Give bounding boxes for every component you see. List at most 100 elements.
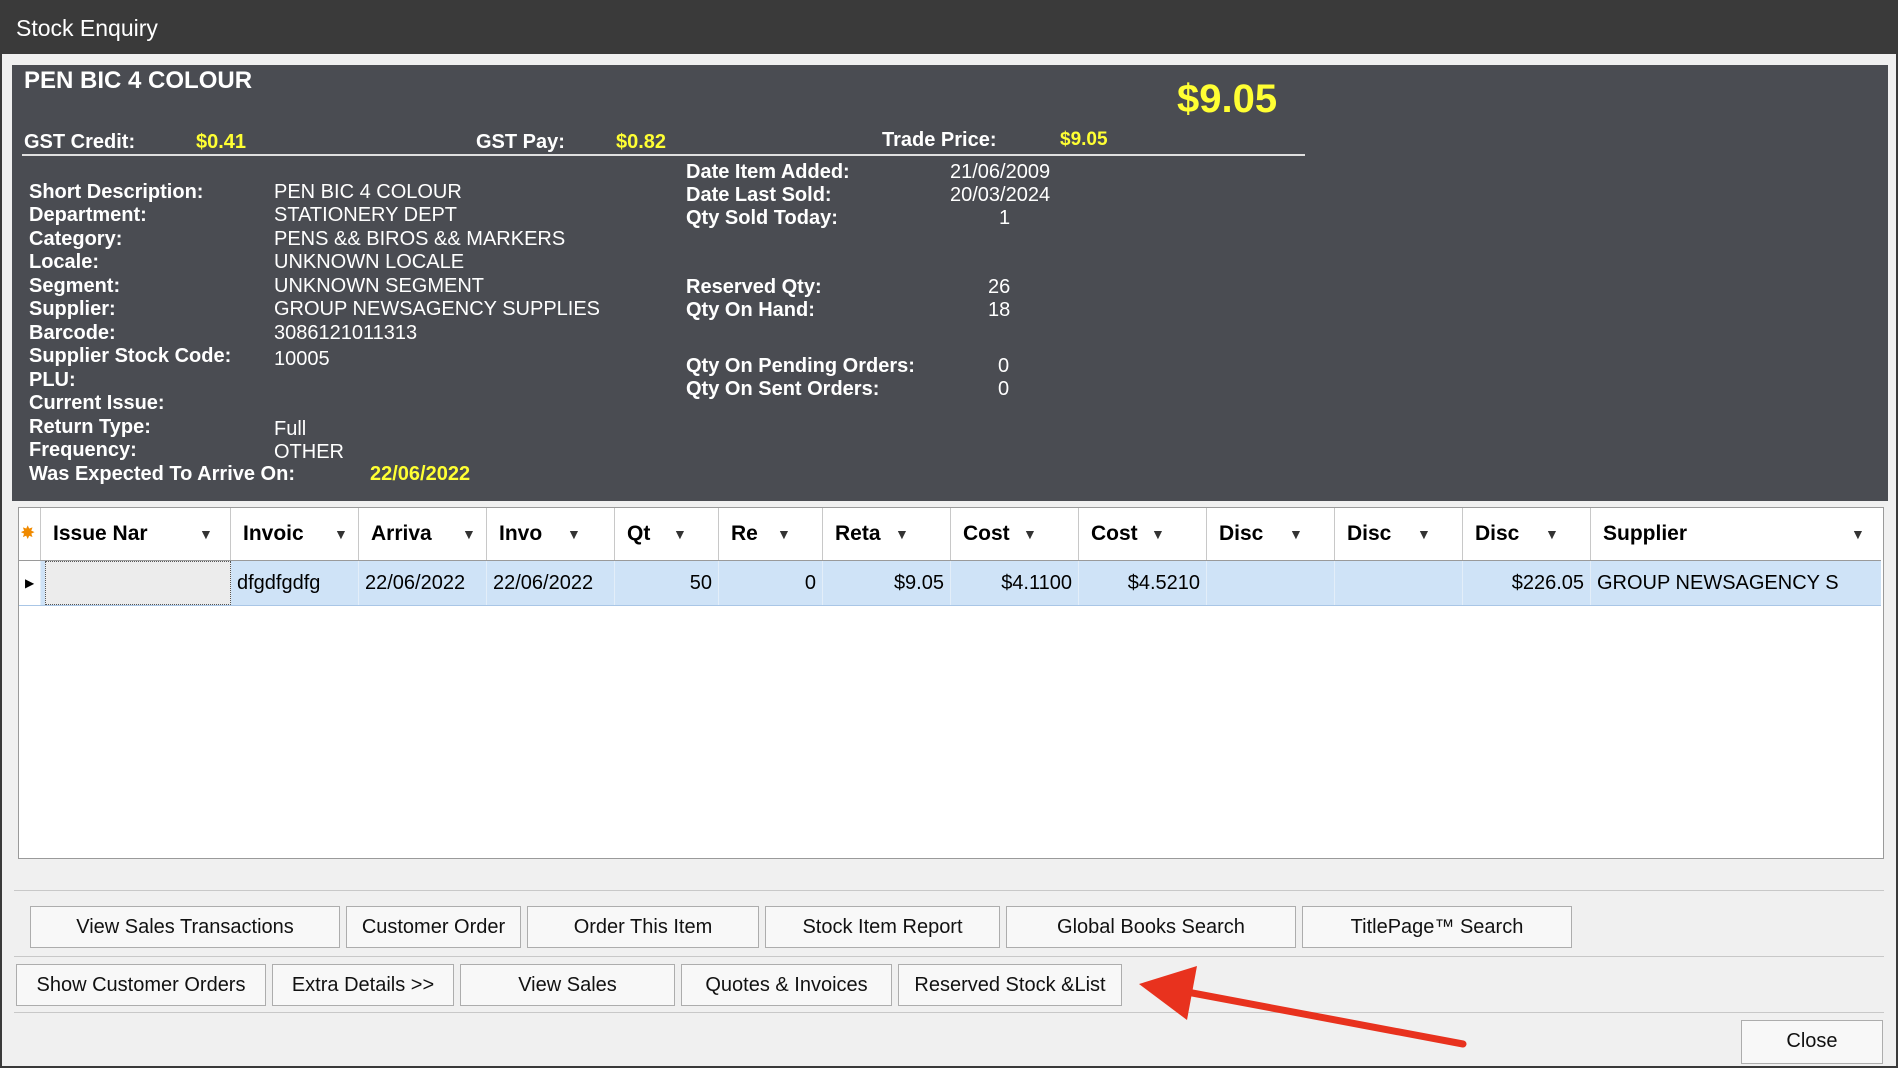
cell-reserved[interactable]: 0 (719, 561, 823, 605)
column-header[interactable]: Issue Nar ▼ (41, 508, 231, 560)
trade-price-label: Trade Price: (882, 129, 997, 151)
filter-icon[interactable]: ▼ (199, 508, 213, 560)
divider (14, 890, 1884, 891)
detail-value: 3086121011313 (274, 322, 418, 344)
global-books-search-button[interactable]: Global Books Search (1006, 906, 1296, 948)
column-header[interactable]: Supplier ▼ (1591, 508, 1881, 560)
detail-label: Current Issue: (29, 392, 165, 414)
qty-pending-value: 0 (998, 355, 1010, 377)
filter-icon[interactable]: ▼ (1417, 508, 1431, 560)
column-header[interactable]: Reta ▼ (823, 508, 951, 560)
qty-sold-today-label: Qty Sold Today: (686, 207, 838, 229)
detail-label: Locale: (29, 251, 100, 273)
filter-icon[interactable]: ▼ (567, 508, 581, 560)
reserved-qty-label: Reserved Qty: (686, 276, 822, 298)
date-added-value: 21/06/2009 (950, 161, 1051, 183)
detail-label: Barcode: (29, 322, 116, 344)
quotes-invoices-button[interactable]: Quotes & Invoices (681, 964, 892, 1006)
filter-icon[interactable]: ▼ (1545, 508, 1559, 560)
customer-order-button[interactable]: Customer Order (346, 906, 521, 948)
qty-pending-label: Qty On Pending Orders: (686, 355, 915, 377)
expected-arrival-label: Was Expected To Arrive On: (29, 463, 295, 485)
gst-credit-value: $0.41 (196, 131, 247, 153)
item-name: PEN BIC 4 COLOUR (24, 67, 253, 94)
cell-issue-name[interactable] (45, 561, 231, 605)
detail-value: 10005 (274, 348, 330, 370)
show-customer-orders-button[interactable]: Show Customer Orders (16, 964, 266, 1006)
qty-on-hand-label: Qty On Hand: (686, 299, 815, 321)
filter-icon[interactable]: ▼ (462, 508, 476, 560)
grid-header: ✸ Issue Nar ▼ Invoic ▼ Arriva ▼ Invo ▼ Qt ▼ R… (19, 508, 1881, 561)
gst-credit-label: GST Credit: (24, 131, 136, 153)
detail-label: PLU: (29, 369, 76, 391)
column-header[interactable]: Invoic ▼ (231, 508, 359, 560)
cell-invoice[interactable]: dfgdfgdfg (231, 561, 359, 605)
cell-disc[interactable] (1207, 561, 1335, 605)
stock-item-report-button[interactable]: Stock Item Report (765, 906, 1000, 948)
detail-value: PENS && BIROS && MARKERS (274, 228, 566, 250)
column-header[interactable]: Disc ▼ (1207, 508, 1335, 560)
date-added-label: Date Item Added: (686, 161, 850, 183)
detail-value: STATIONERY DEPT (274, 204, 457, 226)
filter-icon[interactable]: ▼ (895, 508, 909, 560)
column-header[interactable]: Re ▼ (719, 508, 823, 560)
qty-sent-label: Qty On Sent Orders: (686, 378, 880, 400)
column-header[interactable]: Cost ▼ (951, 508, 1079, 560)
cell-disc[interactable] (1335, 561, 1463, 605)
gst-pay-value: $0.82 (616, 131, 667, 153)
date-last-sold-value: 20/03/2024 (950, 184, 1051, 206)
new-row-icon: ✸ (19, 508, 41, 560)
detail-value: Full (274, 418, 307, 440)
stock-grid[interactable]: ✸ Issue Nar ▼ Invoic ▼ Arriva ▼ Invo ▼ Qt ▼ R… (18, 507, 1884, 859)
column-header[interactable]: Cost ▼ (1079, 508, 1207, 560)
divider (14, 956, 1884, 957)
cell-disc[interactable]: $226.05 (1463, 561, 1591, 605)
detail-label: Department: (29, 204, 147, 226)
expected-arrival-value: 22/06/2022 (370, 463, 471, 485)
filter-icon[interactable]: ▼ (1151, 508, 1165, 560)
filter-icon[interactable]: ▼ (334, 508, 348, 560)
gst-pay-label: GST Pay: (476, 131, 565, 153)
detail-value: OTHER (274, 441, 344, 463)
item-info-panel: PEN BIC 4 COLOUR $9.05 GST Credit: $0.41… (12, 65, 1888, 501)
close-button[interactable]: Close (1741, 1020, 1883, 1064)
qty-sold-today-value: 1 (999, 207, 1011, 229)
detail-label: Frequency: (29, 439, 137, 461)
reserved-stock-list-button[interactable]: Reserved Stock &List (898, 964, 1122, 1006)
window-title: Stock Enquiry (2, 2, 1896, 54)
detail-label: Short Description: (29, 181, 204, 203)
filter-icon[interactable]: ▼ (1023, 508, 1037, 560)
cell-supplier[interactable]: GROUP NEWSAGENCY S (1591, 561, 1881, 605)
detail-value: PEN BIC 4 COLOUR (274, 181, 462, 203)
column-header[interactable]: Disc ▼ (1463, 508, 1591, 560)
view-sales-button[interactable]: View Sales (460, 964, 675, 1006)
column-header[interactable]: Disc ▼ (1335, 508, 1463, 560)
extra-details-button[interactable]: Extra Details >> (272, 964, 454, 1006)
detail-value: UNKNOWN SEGMENT (274, 275, 484, 297)
detail-label: Return Type: (29, 416, 151, 438)
titlepage-search-button[interactable]: TitlePage™ Search (1302, 906, 1572, 948)
item-price: $9.05 (1177, 77, 1278, 121)
cell-arrival[interactable]: 22/06/2022 (359, 561, 487, 605)
filter-icon[interactable]: ▼ (777, 508, 791, 560)
filter-icon[interactable]: ▼ (1289, 508, 1303, 560)
cell-invoice-date[interactable]: 22/06/2022 (487, 561, 615, 605)
cell-qty[interactable]: 50 (615, 561, 719, 605)
cell-retail[interactable]: $9.05 (823, 561, 951, 605)
divider (14, 1012, 1884, 1013)
filter-icon[interactable]: ▼ (673, 508, 687, 560)
column-header[interactable]: Invo ▼ (487, 508, 615, 560)
cell-cost[interactable]: $4.1100 (951, 561, 1079, 605)
detail-label: Segment: (29, 275, 121, 297)
detail-label: Supplier Stock Code: (29, 345, 232, 367)
detail-label: Category: (29, 228, 123, 250)
cell-cost-inc[interactable]: $4.5210 (1079, 561, 1207, 605)
table-row[interactable]: ▶ dfgdfgdfg 22/06/2022 22/06/2022 50 0 $… (19, 561, 1881, 606)
filter-icon[interactable]: ▼ (1851, 508, 1865, 560)
column-header[interactable]: Qt ▼ (615, 508, 719, 560)
qty-on-hand-value: 18 (988, 299, 1011, 321)
column-header[interactable]: Arriva ▼ (359, 508, 487, 560)
order-this-item-button[interactable]: Order This Item (527, 906, 759, 948)
date-last-sold-label: Date Last Sold: (686, 184, 832, 206)
view-sales-transactions-button[interactable]: View Sales Transactions (30, 906, 340, 948)
